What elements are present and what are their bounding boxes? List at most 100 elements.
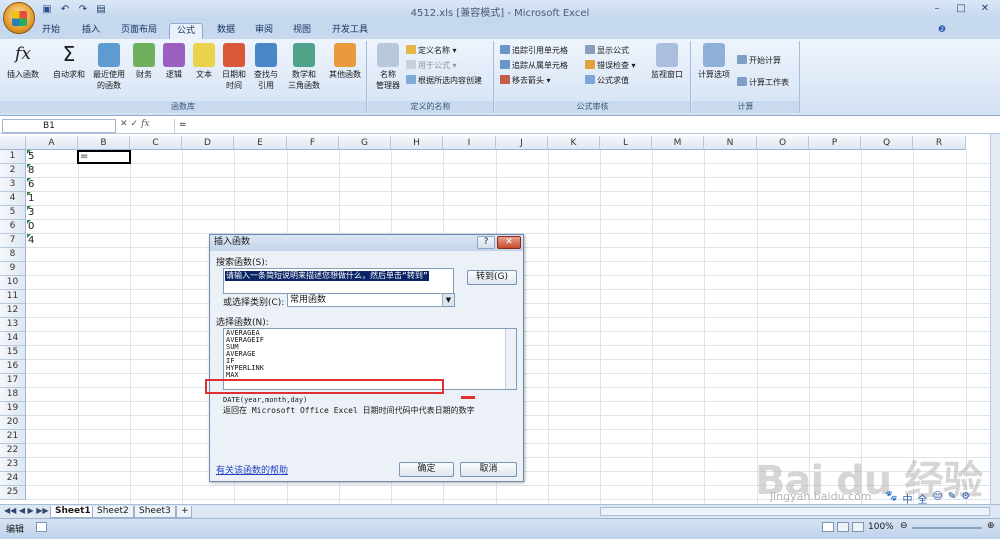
column-header[interactable]: J (496, 136, 548, 150)
horizontal-scrollbar[interactable] (600, 507, 990, 516)
column-header[interactable]: O (757, 136, 809, 150)
calc-sheet-button[interactable]: 计算工作表 (737, 77, 789, 88)
more-functions-button[interactable]: 其他函数 (326, 43, 364, 80)
close-icon[interactable]: ✕ (974, 2, 996, 17)
name-box[interactable]: B1 (2, 119, 116, 133)
function-list-item[interactable]: AVERAGEA (224, 330, 516, 337)
financial-button[interactable]: 财务 (131, 43, 157, 80)
recent-functions-button[interactable]: 最近使用 的函数 (89, 43, 129, 91)
category-select[interactable]: 常用函数 ▼ (287, 293, 455, 307)
column-header[interactable]: F (287, 136, 339, 150)
column-header[interactable]: R (913, 136, 966, 150)
row-header[interactable]: 6 (0, 220, 26, 234)
tab-developer[interactable]: 开发工具 (332, 23, 368, 39)
active-cell[interactable]: = (77, 150, 131, 164)
remove-arrows-button[interactable]: 移去箭头 ▾ (500, 75, 551, 86)
text-button[interactable]: 文本 (191, 43, 217, 80)
column-header[interactable]: E (234, 136, 287, 150)
row-header[interactable]: 5 (0, 206, 26, 220)
page-layout-view-icon[interactable] (837, 522, 849, 532)
name-manager-button[interactable]: 名称 管理器 (371, 43, 405, 91)
row-header[interactable]: 8 (0, 248, 26, 262)
help-question-icon[interactable]: ? (477, 236, 495, 249)
row-header[interactable]: 3 (0, 178, 26, 192)
row-header[interactable]: 16 (0, 360, 26, 374)
calc-now-button[interactable]: 开始计算 (737, 55, 781, 66)
ok-button[interactable]: 确定 (399, 462, 454, 477)
function-list-item[interactable]: AVERAGE (224, 351, 516, 358)
error-checking-button[interactable]: 错误检查 ▾ (585, 60, 636, 71)
sheet-nav-icon[interactable]: ◀◀ ◀ ▶ ▶▶ (4, 506, 49, 515)
search-function-input[interactable]: 请输入一条简短说明来描述您想做什么，然后单击“转到” (223, 268, 454, 294)
logical-button[interactable]: 逻辑 (161, 43, 187, 80)
function-list-item[interactable]: MAX (224, 372, 516, 379)
create-from-selection-button[interactable]: 根据所选内容创建 (406, 75, 482, 86)
row-header[interactable]: 10 (0, 276, 26, 290)
page-break-view-icon[interactable] (852, 522, 864, 532)
cell-a[interactable]: 6 (27, 178, 79, 192)
trace-precedents-button[interactable]: 追踪引用单元格 (500, 45, 568, 56)
function-list-item[interactable]: IF (224, 358, 516, 365)
tab-review[interactable]: 审阅 (255, 23, 273, 39)
row-header[interactable]: 13 (0, 318, 26, 332)
zoom-in-icon[interactable]: ⊕ (987, 521, 995, 531)
cancel-button[interactable]: 取消 (460, 462, 517, 477)
sheet-tab-3[interactable]: Sheet3 (134, 506, 176, 518)
column-header[interactable]: K (548, 136, 600, 150)
autosum-button[interactable]: Σ 自动求和 (49, 43, 89, 80)
fx-button[interactable]: fx (141, 119, 149, 129)
column-header[interactable]: M (652, 136, 704, 150)
row-header[interactable]: 21 (0, 430, 26, 444)
row-header[interactable]: 17 (0, 374, 26, 388)
row-header[interactable]: 4 (0, 192, 26, 206)
column-header[interactable]: P (809, 136, 861, 150)
row-header[interactable]: 12 (0, 304, 26, 318)
cell-a[interactable]: 5 (27, 150, 79, 164)
column-header[interactable]: D (182, 136, 234, 150)
sheet-tab-2[interactable]: Sheet2 (92, 506, 134, 518)
row-header[interactable]: 14 (0, 332, 26, 346)
column-header[interactable]: I (443, 136, 496, 150)
row-header[interactable]: 1 (0, 150, 26, 164)
trace-dependents-button[interactable]: 追踪从属单元格 (500, 60, 568, 71)
row-header[interactable]: 22 (0, 444, 26, 458)
tab-page-layout[interactable]: 页面布局 (121, 23, 157, 39)
office-button[interactable] (3, 2, 35, 34)
select-all-corner[interactable] (0, 136, 26, 150)
column-header[interactable]: L (600, 136, 652, 150)
enter-icon[interactable]: ✓ (131, 119, 139, 129)
column-header[interactable]: C (130, 136, 182, 150)
row-header[interactable]: 19 (0, 402, 26, 416)
formula-input[interactable]: = (174, 119, 986, 133)
evaluate-formula-button[interactable]: 公式求值 (585, 75, 629, 86)
use-in-formula-button[interactable]: 用于公式 ▾ (406, 60, 457, 71)
tab-home[interactable]: 开始 (42, 23, 60, 39)
go-button[interactable]: 转到(G) (467, 270, 517, 285)
cell-a[interactable]: 3 (27, 206, 79, 220)
insert-function-button[interactable]: fx 插入函数 (4, 43, 42, 80)
zoom-level[interactable]: 100% (868, 522, 894, 532)
row-header[interactable]: 24 (0, 472, 26, 486)
column-header[interactable]: A (26, 136, 78, 150)
row-header[interactable]: 9 (0, 262, 26, 276)
cell-a[interactable]: 0 (27, 220, 79, 234)
cancel-icon[interactable]: ✕ (120, 119, 128, 129)
cell-a[interactable]: 4 (27, 234, 79, 248)
chevron-down-icon[interactable]: ▼ (442, 294, 454, 306)
row-header[interactable]: 2 (0, 164, 26, 178)
tab-formulas[interactable]: 公式 (169, 23, 204, 39)
row-header[interactable]: 18 (0, 388, 26, 402)
row-header[interactable]: 7 (0, 234, 26, 248)
cell-a[interactable]: 8 (27, 164, 79, 178)
vertical-scrollbar[interactable] (990, 134, 1000, 504)
column-header[interactable]: Q (861, 136, 913, 150)
watch-window-button[interactable]: 监视窗口 (647, 43, 687, 80)
show-formulas-button[interactable]: 显示公式 (585, 45, 629, 56)
macro-record-icon[interactable] (36, 522, 47, 532)
lookup-button[interactable]: 查找与 引用 (251, 43, 281, 91)
cell-a[interactable]: 1 (27, 192, 79, 206)
math-button[interactable]: 数学和 三角函数 (284, 43, 324, 91)
zoom-slider[interactable] (912, 527, 982, 529)
column-header[interactable]: G (339, 136, 391, 150)
function-list-item[interactable]: SUM (224, 344, 516, 351)
